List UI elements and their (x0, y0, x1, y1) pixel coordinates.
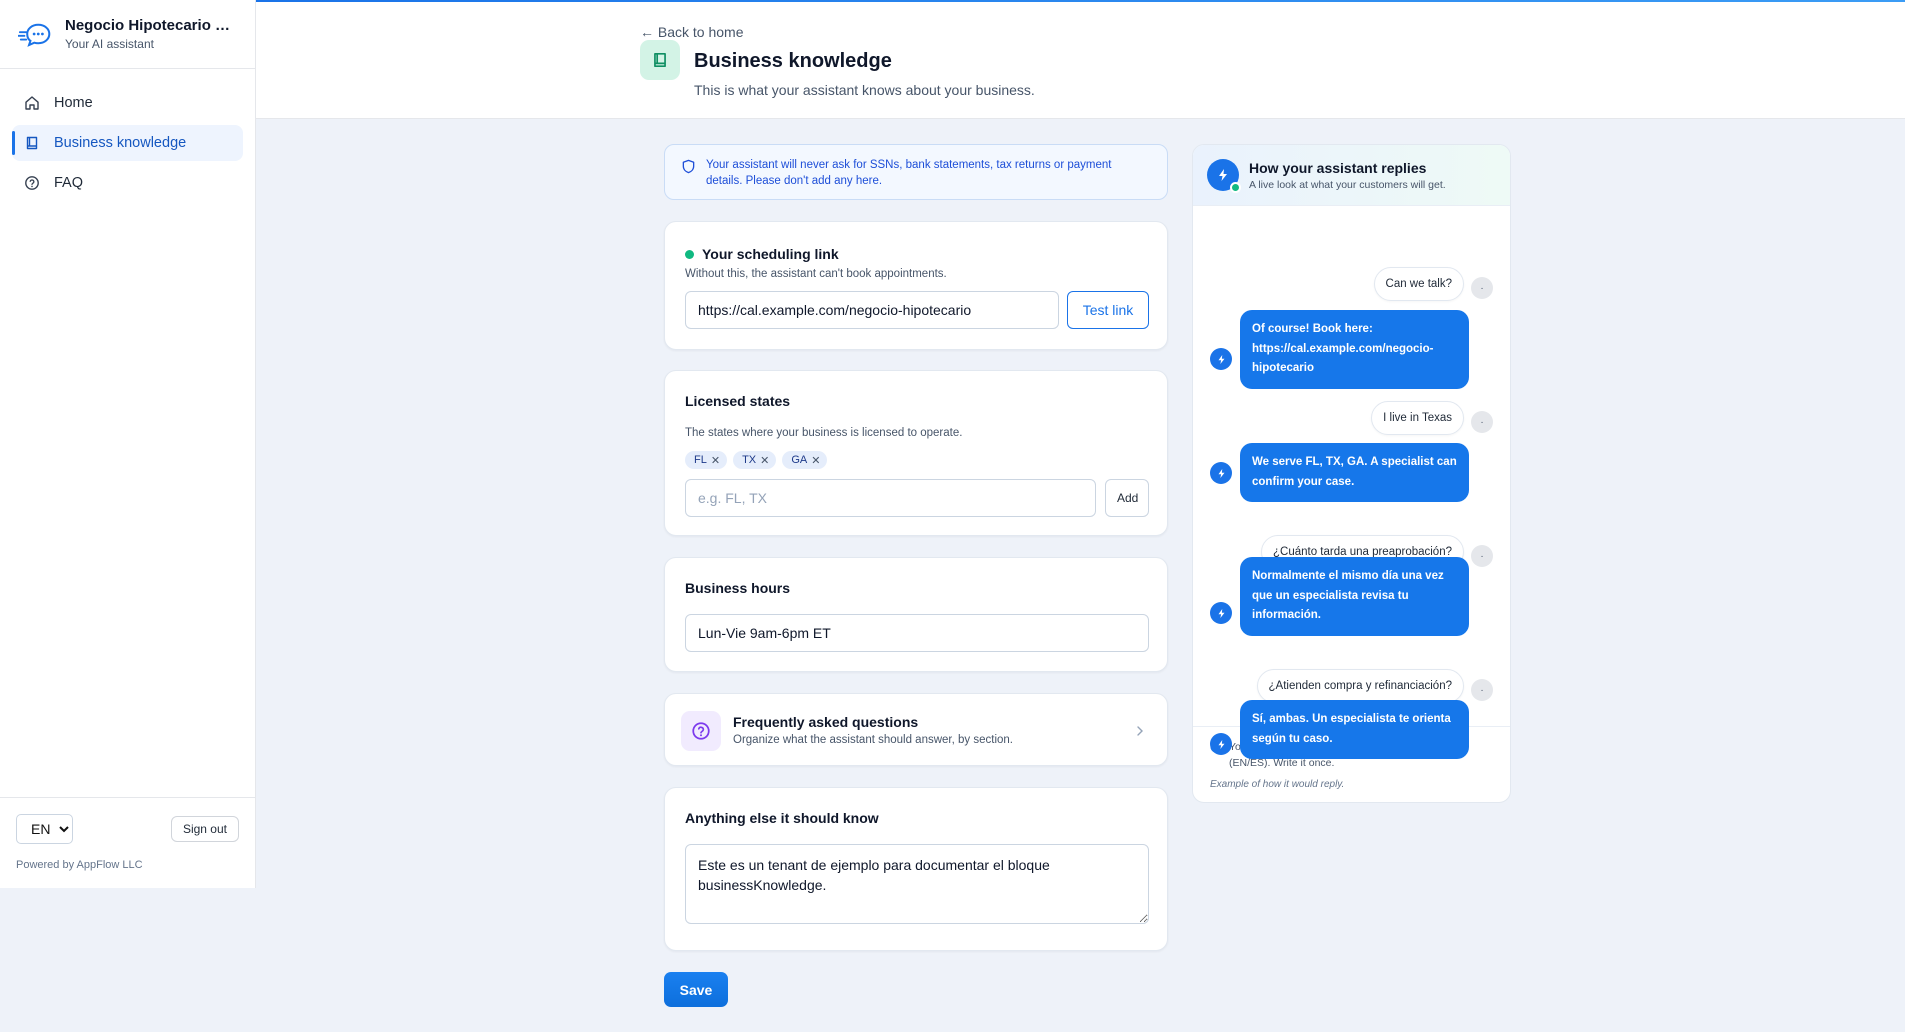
home-icon (25, 96, 39, 110)
assistant-avatar (1207, 159, 1241, 193)
assistant-message-avatar (1210, 348, 1232, 370)
faq-link-title: Frequently asked questions (733, 714, 919, 730)
state-chip-tx: TX ✕ (733, 451, 777, 469)
example-note: Example of how it would reply. (1210, 779, 1345, 790)
sidebar-item-label: Business knowledge (54, 135, 187, 151)
powered-by: Powered by AppFlow LLC (16, 859, 143, 871)
licensed-states-subtitle: The states where your business is licens… (685, 427, 963, 439)
chip-label: TX (742, 454, 757, 466)
user-avatar: · (1471, 679, 1493, 701)
sidebar-item-business-knowledge[interactable]: Business knowledge (12, 125, 243, 161)
brand-subtitle: Your AI assistant (65, 37, 154, 51)
user-message: ¿Atienden compra y refinanciación? (1256, 669, 1464, 703)
user-message: I live in Texas (1371, 401, 1464, 435)
assistant-message: Sí, ambas. Un especialista te orienta se… (1240, 700, 1469, 759)
sidebar: Negocio Hipotecario de... Your AI assist… (0, 0, 256, 888)
back-to-home-link[interactable]: ← Back to home (640, 24, 744, 40)
sidebar-nav: Home Business knowledge FAQ (0, 69, 255, 221)
business-hours-input[interactable] (685, 614, 1149, 652)
chevron-right-icon (1137, 726, 1143, 736)
business-hours-title: Business hours (685, 580, 791, 596)
book-icon (26, 136, 38, 150)
scheduling-link-card: Your scheduling link Without this, the a… (664, 221, 1168, 350)
user-message: Can we talk? (1373, 267, 1464, 301)
faq-link-card[interactable]: Frequently asked questions Organize what… (664, 693, 1168, 766)
privacy-notice: Your assistant will never ask for SSNs, … (664, 144, 1168, 200)
scheduling-title: Your scheduling link (702, 246, 839, 262)
user-avatar: · (1471, 411, 1493, 433)
faq-icon-badge (681, 711, 721, 751)
user-avatar: · (1471, 277, 1493, 299)
assistant-message-avatar (1210, 462, 1232, 484)
help-circle-icon (692, 722, 710, 740)
state-chips: FL ✕ TX ✕ GA ✕ (685, 451, 833, 469)
assistant-message-avatar (1210, 733, 1232, 755)
state-chip-fl: FL ✕ (685, 451, 728, 469)
chip-label: FL (694, 454, 707, 466)
page-title: Business knowledge (694, 50, 892, 72)
sign-out-button[interactable]: Sign out (170, 816, 239, 842)
page-header: ← Back to home Business knowledge This i… (256, 2, 1905, 119)
header-book-icon-badge (640, 40, 680, 80)
chip-label: GA (791, 454, 808, 466)
user-avatar: · (1471, 545, 1493, 567)
assistant-message: We serve FL, TX, GA. A specialist can co… (1240, 443, 1469, 502)
remove-chip-icon[interactable]: ✕ (711, 454, 720, 467)
save-button[interactable]: Save (664, 972, 728, 1007)
licensed-states-card: Licensed states The states where your bu… (664, 370, 1168, 536)
scheduling-subtitle: Without this, the assistant can't book a… (685, 268, 947, 280)
lightning-icon (1218, 354, 1224, 364)
sidebar-item-label: FAQ (54, 175, 84, 191)
sidebar-item-faq[interactable]: FAQ (12, 165, 243, 201)
preview-subtitle: A live look at what your customers will … (1249, 178, 1446, 191)
chat-bot-logo-icon (18, 23, 51, 47)
remove-chip-icon[interactable]: ✕ (811, 454, 820, 467)
lightning-icon (1218, 608, 1224, 618)
remove-chip-icon[interactable]: ✕ (760, 454, 769, 467)
scheduling-link-input[interactable] (685, 291, 1059, 329)
book-icon (654, 52, 666, 68)
assistant-preview-panel: How your assistant replies A live look a… (1192, 144, 1511, 803)
chat-messages: Can we talk? · Of course! Book here: htt… (1193, 206, 1510, 759)
lightning-icon (1219, 169, 1227, 181)
licensed-states-title: Licensed states (685, 393, 791, 409)
language-select[interactable]: EN ES (16, 814, 73, 844)
lightning-icon (1218, 468, 1224, 478)
test-link-button[interactable]: Test link (1067, 291, 1149, 329)
state-chip-ga: GA ✕ (782, 451, 828, 469)
anything-else-card: Anything else it should know Este es un … (664, 787, 1168, 951)
anything-else-title: Anything else it should know (685, 810, 879, 826)
brand[interactable]: Negocio Hipotecario de... Your AI assist… (0, 0, 255, 69)
add-state-button[interactable]: Add (1105, 479, 1149, 517)
business-hours-card: Business hours (664, 557, 1168, 672)
add-state-input[interactable] (685, 479, 1096, 517)
shield-icon (682, 159, 695, 174)
online-status-dot (1230, 182, 1241, 193)
sidebar-footer: EN ES Sign out Powered by AppFlow LLC (0, 797, 255, 888)
help-circle-icon (25, 176, 39, 190)
preview-title: How your assistant replies (1249, 159, 1427, 176)
assistant-message: Normalmente el mismo día una vez que un … (1240, 557, 1469, 636)
page-subtitle: This is what your assistant knows about … (694, 82, 1035, 98)
assistant-message-avatar (1210, 602, 1232, 624)
assistant-message: Of course! Book here: https://cal.exampl… (1240, 310, 1469, 389)
sidebar-item-label: Home (54, 95, 93, 111)
anything-else-textarea[interactable]: Este es un tenant de ejemplo para docume… (685, 844, 1149, 924)
faq-link-subtitle: Organize what the assistant should answe… (733, 734, 1013, 746)
brand-name: Negocio Hipotecario de... (65, 17, 237, 34)
lightning-icon (1218, 739, 1224, 749)
sidebar-item-home[interactable]: Home (12, 85, 243, 121)
status-dot (685, 249, 694, 259)
preview-header: How your assistant replies A live look a… (1193, 145, 1510, 206)
privacy-notice-text: Your assistant will never ask for SSNs, … (706, 159, 1112, 187)
